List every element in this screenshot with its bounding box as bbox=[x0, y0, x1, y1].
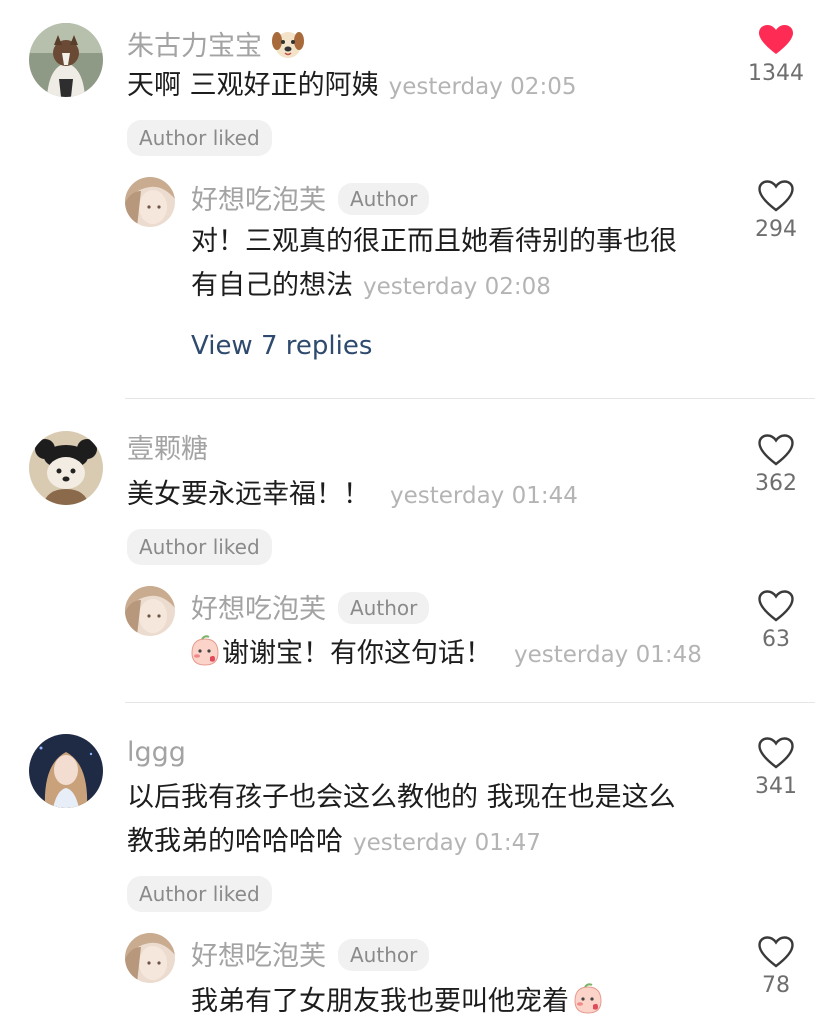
comment-body: 美女要永远幸福！！ bbox=[127, 479, 370, 510]
comment-text-line-2: 教我弟的哈哈哈哈 yesterday 01:47 bbox=[127, 828, 541, 855]
reply-text-line-1: 对！三观真的很正而且她看待别的事也很 bbox=[191, 226, 677, 257]
divider bbox=[125, 398, 815, 399]
reply-username[interactable]: 好想吃泡芙 Author bbox=[191, 939, 430, 972]
like-count: 63 bbox=[762, 627, 790, 652]
heart-outline-icon bbox=[758, 590, 794, 622]
view-replies-link[interactable]: View 7 replies bbox=[191, 333, 372, 359]
like-count: 1344 bbox=[748, 61, 804, 86]
comment-body: 天啊 三观好正的阿姨 bbox=[127, 70, 379, 101]
like-button[interactable]: 362 bbox=[731, 434, 815, 495]
heart-filled-icon bbox=[759, 25, 793, 54]
reply-body: 有自己的想法 bbox=[191, 270, 353, 301]
reply-username[interactable]: 好想吃泡芙 Author bbox=[191, 592, 430, 625]
timestamp: yesterday 02:08 bbox=[363, 274, 551, 300]
heart-outline-icon bbox=[758, 180, 794, 212]
peach-kiss-emoji bbox=[188, 634, 222, 668]
avatar-bear-dog[interactable] bbox=[29, 431, 103, 505]
author-badge: Author bbox=[338, 183, 430, 215]
avatar-reply-author[interactable] bbox=[125, 933, 175, 983]
author-badge: Author bbox=[338, 939, 430, 971]
like-button[interactable]: 1344 bbox=[731, 24, 815, 85]
timestamp: yesterday 01:47 bbox=[353, 830, 541, 856]
timestamp: yesterday 01:44 bbox=[390, 483, 578, 509]
username-text: 好想吃泡芙 bbox=[191, 185, 326, 216]
like-button[interactable]: 341 bbox=[731, 737, 815, 798]
reply-text: 我弟有了女朋友我也要叫他宠着 bbox=[191, 982, 605, 1016]
avatar-reply-author[interactable] bbox=[125, 177, 175, 227]
author-liked-tag: Author liked bbox=[127, 120, 272, 156]
like-button[interactable]: 63 bbox=[731, 590, 815, 651]
reply-text-line-2: 有自己的想法 yesterday 02:08 bbox=[191, 272, 551, 299]
comment-text: 美女要永远幸福！！ yesterday 01:44 bbox=[127, 481, 578, 508]
username-text: 好想吃泡芙 bbox=[191, 594, 326, 625]
comment-text: 天啊 三观好正的阿姨 yesterday 02:05 bbox=[127, 72, 576, 99]
username-text: 朱古力宝宝 bbox=[127, 31, 262, 62]
username-text: 好想吃泡芙 bbox=[191, 941, 326, 972]
comment-body: 教我弟的哈哈哈哈 bbox=[127, 826, 343, 857]
reply-body: 谢谢宝！有你这句话！ bbox=[222, 638, 492, 669]
heart-outline-icon bbox=[758, 936, 794, 968]
comment-text-line-1: 以后我有孩子也会这么教他的 我现在也是这么 bbox=[127, 782, 676, 813]
divider bbox=[125, 702, 815, 703]
like-count: 362 bbox=[755, 471, 797, 496]
heart-outline-icon bbox=[758, 737, 794, 769]
heart-outline-icon bbox=[758, 434, 794, 466]
timestamp: yesterday 01:48 bbox=[514, 642, 702, 668]
like-count: 78 bbox=[762, 973, 790, 998]
reply-text: 谢谢宝！有你这句话！ yesterday 01:48 bbox=[188, 634, 702, 668]
author-badge: Author bbox=[338, 592, 430, 624]
comment-username[interactable]: 壹颗糖 bbox=[127, 436, 208, 463]
comment-username[interactable]: lggg bbox=[127, 739, 186, 766]
timestamp: yesterday 02:05 bbox=[388, 74, 577, 100]
author-liked-tag: Author liked bbox=[127, 529, 272, 565]
peach-kiss-emoji bbox=[571, 982, 605, 1016]
reply-body: 我弟有了女朋友我也要叫他宠着 bbox=[191, 986, 569, 1017]
like-button[interactable]: 78 bbox=[731, 936, 815, 997]
avatar-dog[interactable] bbox=[29, 23, 103, 97]
comment-username[interactable]: 朱古力宝宝 bbox=[127, 27, 305, 61]
like-count: 294 bbox=[755, 217, 797, 242]
author-liked-tag: Author liked bbox=[127, 876, 272, 912]
like-count: 341 bbox=[755, 774, 797, 799]
avatar-reply-author[interactable] bbox=[125, 586, 175, 636]
reply-username[interactable]: 好想吃泡芙 Author bbox=[191, 183, 430, 216]
avatar-girl[interactable] bbox=[29, 734, 103, 808]
like-button[interactable]: 294 bbox=[731, 180, 815, 241]
dog-face-emoji bbox=[271, 27, 305, 61]
